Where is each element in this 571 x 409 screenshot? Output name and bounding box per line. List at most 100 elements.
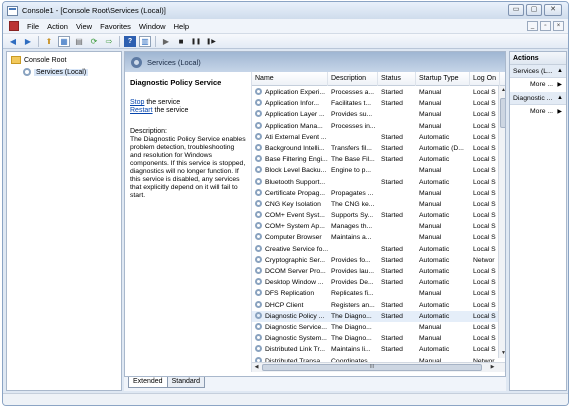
- scroll-left-icon[interactable]: ◀: [252, 363, 261, 372]
- table-row[interactable]: DHCP Client Registers an... Started Automat…: [252, 300, 505, 311]
- forward-icon[interactable]: ▶: [22, 36, 34, 47]
- up-folder-icon[interactable]: ⬆: [43, 36, 55, 47]
- table-row[interactable]: Bluetooth Support... Started Automatic Loca…: [252, 177, 505, 188]
- close-button[interactable]: ✕: [544, 4, 562, 16]
- cell-text: The Diagno...: [331, 323, 372, 331]
- table-row[interactable]: Background Intelli... Transfers fil... Sta…: [252, 143, 505, 154]
- table-row[interactable]: Diagnostic System... The Diagno... Started…: [252, 333, 505, 344]
- table-row[interactable]: COM+ System Ap... Manages th... Manual Loca…: [252, 221, 505, 232]
- scroll-thumb[interactable]: III: [262, 364, 482, 371]
- table-row[interactable]: Base Filtering Engi... The Base Fil... Sta…: [252, 154, 505, 165]
- cell-desc: Provides lau...: [328, 266, 378, 277]
- help-icon[interactable]: ?: [124, 35, 136, 47]
- back-icon[interactable]: ◀: [7, 36, 19, 47]
- title-bar[interactable]: Console1 - [Console Root\Services (Local…: [3, 2, 568, 19]
- menu-view[interactable]: View: [72, 19, 96, 34]
- cell-startup: Manual: [416, 165, 470, 176]
- table-row[interactable]: Application Infor... Facilitates t... Star…: [252, 98, 505, 109]
- vertical-scrollbar[interactable]: ▲ ▼: [498, 86, 505, 358]
- pause-icon[interactable]: ❚❚: [190, 36, 202, 47]
- cell-status: [378, 288, 416, 299]
- resume-icon[interactable]: ❚▶: [205, 36, 217, 47]
- table-row[interactable]: Creative Service fo... Started Automatic Lo…: [252, 244, 505, 255]
- status-bar: [3, 393, 568, 405]
- column-header-description[interactable]: Description: [328, 72, 378, 86]
- restart-service-link[interactable]: Restart: [130, 107, 153, 114]
- table-row[interactable]: Block Level Backu... Engine to p... Manual…: [252, 165, 505, 176]
- cell-text: Automatic: [419, 245, 450, 253]
- table-row[interactable]: Diagnostic Policy ... The Diagno... Starte…: [252, 310, 505, 322]
- cell-startup: Automatic: [416, 132, 470, 143]
- table-row[interactable]: Application Experi... Processes a... Start…: [252, 87, 505, 98]
- mmc-menu-icon[interactable]: [9, 21, 19, 31]
- cell-text: Automatic: [419, 301, 450, 309]
- cell-text: Maintains a...: [331, 234, 372, 242]
- maximize-button[interactable]: ▢: [526, 4, 542, 16]
- table-row[interactable]: Application Layer ... Provides su... Manua…: [252, 109, 505, 120]
- cell-text: DHCP Client: [265, 301, 304, 309]
- action-more-services[interactable]: More ... ▶: [510, 78, 566, 92]
- cell-text: Certificate Propag...: [265, 189, 326, 197]
- table-row[interactable]: Desktop Window ... Provides De... Started A…: [252, 277, 505, 288]
- stop-icon[interactable]: ■: [175, 36, 187, 47]
- scroll-thumb[interactable]: [500, 98, 505, 128]
- table-row[interactable]: Cryptographic Ser... Provides fo... Starte…: [252, 255, 505, 266]
- properties-icon[interactable]: ▤: [73, 36, 85, 47]
- cell-name: CNG Key Isolation: [252, 199, 328, 210]
- export-icon[interactable]: ⇨: [103, 36, 115, 47]
- cell-text: Manual: [419, 189, 442, 197]
- cell-text: Started: [381, 156, 403, 164]
- stop-service-link[interactable]: Stop: [130, 99, 144, 106]
- tab-extended[interactable]: Extended: [128, 377, 168, 388]
- service-gear-icon: [255, 188, 262, 196]
- collapse-icon[interactable]: ▲: [557, 92, 563, 104]
- column-header-log-on[interactable]: Log On: [470, 72, 500, 86]
- refresh-icon[interactable]: ⟳: [88, 36, 100, 47]
- menu-help[interactable]: Help: [170, 19, 193, 34]
- table-row[interactable]: DCOM Server Pro... Provides lau... Started…: [252, 266, 505, 277]
- collapse-icon[interactable]: ▲: [557, 65, 563, 77]
- table-row[interactable]: Computer Browser Maintains a... Manual Loca…: [252, 232, 505, 243]
- view-icon[interactable]: ▥: [139, 35, 151, 47]
- cell-desc: The Diagno...: [328, 333, 378, 344]
- cell-text: Diagnostic Policy ...: [265, 312, 325, 320]
- menu-window[interactable]: Window: [135, 19, 170, 34]
- column-header-status[interactable]: Status: [378, 72, 416, 86]
- actions-section-services[interactable]: Services (L... ▲: [510, 65, 566, 78]
- table-row[interactable]: Distributed Link Tr... Maintains li... Sta…: [252, 344, 505, 355]
- pane-title: Services (Local): [147, 57, 201, 67]
- column-header-startup-type[interactable]: Startup Type: [416, 72, 470, 86]
- play-icon[interactable]: ▶: [160, 36, 172, 47]
- child-minimize-button[interactable]: _: [527, 21, 538, 31]
- cell-name: Block Level Backu...: [252, 165, 328, 176]
- cell-startup: Automatic: [416, 300, 470, 311]
- tree-item-services-local[interactable]: Services (Local): [23, 67, 89, 77]
- child-restore-button[interactable]: ▫: [540, 21, 551, 31]
- child-close-button[interactable]: ×: [553, 21, 564, 31]
- cell-text: Provides su...: [331, 111, 373, 119]
- cell-text: Local S: [473, 312, 496, 320]
- tree-item-console-root[interactable]: Console Root: [11, 55, 66, 65]
- scroll-right-icon[interactable]: ▶: [488, 363, 497, 372]
- menu-action[interactable]: Action: [43, 19, 72, 34]
- menu-favorites[interactable]: Favorites: [96, 19, 135, 34]
- table-row[interactable]: Certificate Propag... Propagates ... Manua…: [252, 188, 505, 199]
- tab-standard[interactable]: Standard: [166, 377, 206, 388]
- action-more-diagnostic[interactable]: More ... ▶: [510, 105, 566, 119]
- scroll-down-icon[interactable]: ▼: [499, 349, 505, 358]
- table-row[interactable]: COM+ Event Syst... Supports Sy... Started A…: [252, 210, 505, 221]
- horizontal-scrollbar[interactable]: ◀ III ▶: [252, 362, 505, 372]
- cell-text: Automatic: [419, 312, 450, 320]
- column-header-name[interactable]: Name: [252, 72, 328, 86]
- show-hide-tree-icon[interactable]: ▦: [58, 35, 70, 47]
- scroll-up-icon[interactable]: ▲: [499, 86, 505, 95]
- table-row[interactable]: Diagnostic Service... The Diagno... Manual…: [252, 322, 505, 333]
- table-row[interactable]: Application Mana... Processes in... Manual…: [252, 121, 505, 132]
- actions-section-diagnostic[interactable]: Diagnostic ... ▲: [510, 92, 566, 105]
- table-row[interactable]: DFS Replication Replicates fi... Manual Loc…: [252, 288, 505, 299]
- minimize-button[interactable]: ▭: [508, 4, 524, 16]
- table-row[interactable]: CNG Key Isolation The CNG ke... Manual Loca…: [252, 199, 505, 210]
- cell-startup: Manual: [416, 221, 470, 232]
- table-row[interactable]: Ati External Event ... Started Automatic Lo…: [252, 132, 505, 143]
- menu-file[interactable]: File: [23, 19, 43, 34]
